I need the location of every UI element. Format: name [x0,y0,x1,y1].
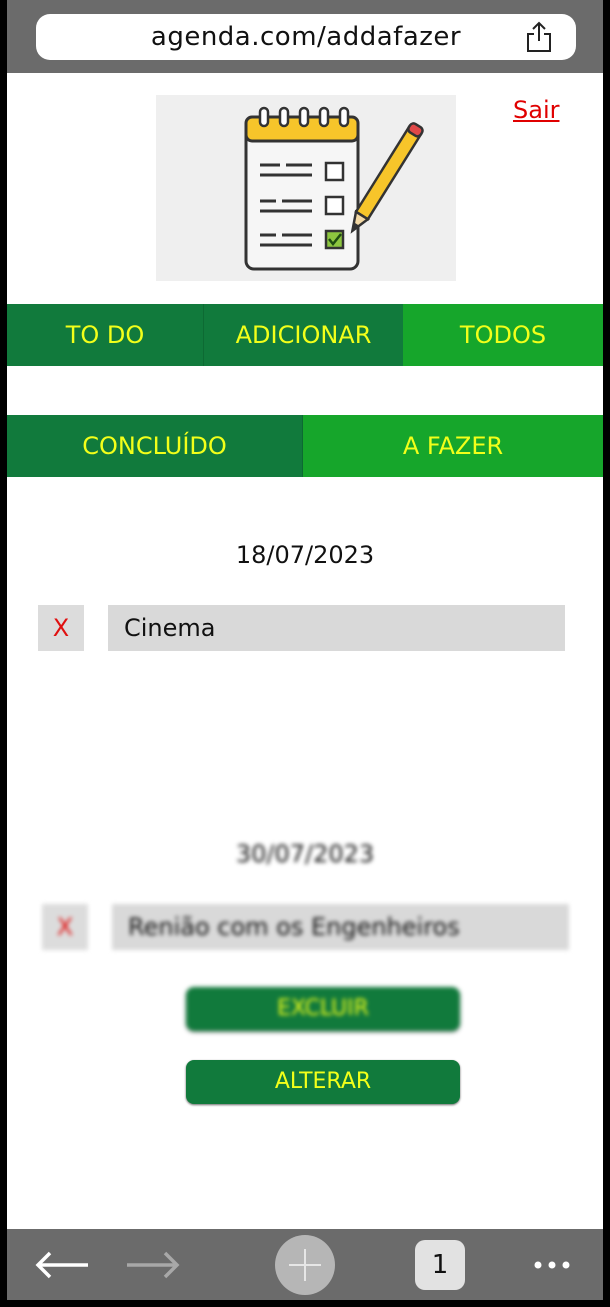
delete-task-button[interactable]: X [42,904,88,950]
delete-button[interactable]: EXCLUIR [186,987,460,1031]
tab-count: 1 [415,1239,465,1290]
app-logo [156,95,456,281]
task-item[interactable]: Renião com os Engenheiros [112,904,569,950]
back-arrow-icon [35,1251,88,1278]
back-button[interactable] [32,1229,92,1300]
forward-arrow-icon [127,1251,180,1278]
share-icon[interactable] [524,20,554,54]
task-date: 30/07/2023 [235,840,375,868]
tab-adicionar[interactable]: ADICIONAR [204,304,403,366]
checklist-pencil-icon [244,106,424,271]
new-tab-icon [275,1234,335,1295]
edit-button[interactable]: ALTERAR [186,1060,460,1104]
task-date: 18/07/2023 [235,541,375,569]
browser-bottom-bar: 1 [7,1229,603,1300]
tab-a-fazer[interactable]: A FAZER [303,415,603,477]
address-bar[interactable]: agenda.com/addafazer [36,14,576,60]
task-item[interactable]: Cinema [108,605,565,651]
status-filter: CONCLUÍDO A FAZER [7,415,603,477]
tab-todo[interactable]: TO DO [7,304,204,366]
phone-screen: agenda.com/addafazer Sair TO DO ADICIONA… [7,0,603,1300]
tabs-button[interactable]: 1 [415,1229,465,1300]
browser-top-bar: agenda.com/addafazer [7,0,603,73]
delete-task-button[interactable]: X [38,605,84,651]
more-icon [534,1261,570,1268]
more-button[interactable] [527,1229,577,1300]
tab-concluido[interactable]: CONCLUÍDO [7,415,303,477]
logout-link[interactable]: Sair [513,96,559,124]
tab-todos[interactable]: TODOS [403,304,603,366]
new-tab-button[interactable] [275,1229,335,1300]
forward-button[interactable] [123,1229,183,1300]
main-nav: TO DO ADICIONAR TODOS [7,304,603,366]
url-text[interactable]: agenda.com/addafazer [36,14,526,60]
